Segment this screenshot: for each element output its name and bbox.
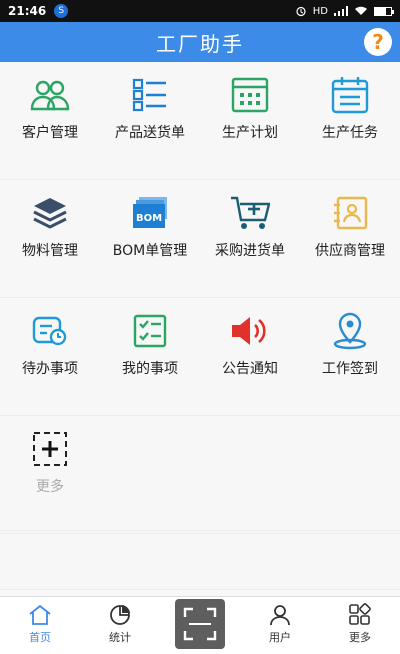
status-icons: HD (295, 5, 394, 17)
grid-item-production-task[interactable]: 生产任务 (300, 62, 400, 179)
grid-item-label: 供应商管理 (315, 243, 385, 259)
calendar-icon (329, 74, 371, 116)
grid-row: 物料管理 BOM BOM单管理 采购进货单 供应商管理 (0, 180, 400, 298)
checklist-icon (129, 310, 171, 352)
bom-icon: BOM (129, 192, 171, 234)
tab-label: 更多 (349, 631, 371, 644)
function-grid: 客户管理 产品送货单 生产计划 生产任务 物料管理 BOM BOM单管理 采购进… (0, 62, 400, 534)
grid-item-label: BOM单管理 (112, 243, 188, 259)
grid-item-delivery-note[interactable]: 产品送货单 (100, 62, 200, 179)
app-notification-icon: S (54, 4, 69, 18)
grid-item-announcements[interactable]: 公告通知 (200, 298, 300, 415)
bottom-tab-bar: 首页 统计 用户 更多 (0, 596, 400, 654)
list-icon (129, 74, 171, 116)
tab-scan[interactable] (160, 597, 240, 649)
grid-item-label: 我的事项 (122, 361, 178, 377)
layers-icon (29, 192, 71, 234)
grid-row: 客户管理 产品送货单 生产计划 生产任务 (0, 62, 400, 180)
add-more-icon (29, 428, 71, 470)
battery-icon (374, 6, 394, 16)
alarm-icon (296, 6, 306, 17)
help-icon[interactable]: ? (364, 28, 392, 56)
divider (0, 589, 400, 590)
status-bar: 21:46 S HD (0, 0, 400, 22)
signal-icon (334, 6, 348, 16)
tab-statistics[interactable]: 统计 (80, 597, 160, 645)
tab-more[interactable]: 更多 (320, 597, 400, 645)
svg-text:BOM: BOM (136, 213, 162, 224)
calendar-grid-icon (229, 74, 271, 116)
tab-label: 用户 (269, 631, 291, 644)
signal-type: HD (312, 5, 328, 17)
scan-icon (175, 599, 225, 649)
grid-item-bom[interactable]: BOM BOM单管理 (100, 180, 200, 297)
divider (0, 530, 400, 531)
grid-item-purchase[interactable]: 采购进货单 (200, 180, 300, 297)
grid-row: 待办事项 我的事项 公告通知 工作签到 (0, 298, 400, 416)
location-icon (329, 310, 371, 352)
tab-label: 统计 (109, 631, 131, 644)
grid-item-my-items[interactable]: 我的事项 (100, 298, 200, 415)
tab-home[interactable]: 首页 (0, 597, 80, 645)
user-icon (267, 603, 293, 627)
grid-item-materials[interactable]: 物料管理 (0, 180, 100, 297)
contact-card-icon (329, 192, 371, 234)
grid-item-suppliers[interactable]: 供应商管理 (300, 180, 400, 297)
grid-item-label: 采购进货单 (215, 243, 285, 259)
grid-item-label: 产品送货单 (115, 125, 185, 141)
tab-label: 首页 (29, 631, 51, 644)
grid-item-label: 公告通知 (222, 361, 278, 377)
cart-icon (229, 192, 271, 234)
grid-item-label: 生产任务 (322, 125, 378, 141)
page-title: 工厂助手 (156, 31, 244, 56)
grid-item-production-plan[interactable]: 生产计划 (200, 62, 300, 179)
empty-area (0, 472, 400, 590)
status-time: 21:46 (8, 4, 47, 18)
wifi-icon (355, 6, 367, 15)
grid-item-label: 生产计划 (222, 125, 278, 141)
grid-item-label: 客户管理 (22, 125, 78, 141)
grid-item-customers[interactable]: 客户管理 (0, 62, 100, 179)
todo-icon (29, 310, 71, 352)
speaker-icon (229, 310, 271, 352)
title-bar: 工厂助手 ? (0, 22, 400, 62)
tab-user[interactable]: 用户 (240, 597, 320, 645)
grid-item-label: 物料管理 (22, 243, 78, 259)
home-icon (27, 603, 53, 627)
grid-item-label: 工作签到 (322, 361, 378, 377)
grid-item-label: 待办事项 (22, 361, 78, 377)
pie-chart-icon (107, 603, 133, 627)
customers-icon (29, 74, 71, 116)
more-grid-icon (347, 603, 373, 627)
grid-item-check-in[interactable]: 工作签到 (300, 298, 400, 415)
grid-item-todo[interactable]: 待办事项 (0, 298, 100, 415)
